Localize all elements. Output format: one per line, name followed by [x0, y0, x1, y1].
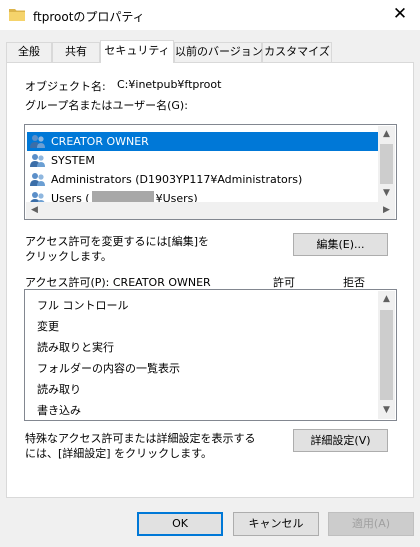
change-instruction-line2: クリックします。 [25, 250, 112, 263]
users-icon [30, 173, 45, 186]
principals-horizontal-scrollbar[interactable]: ◀ ▶ [26, 202, 395, 219]
scroll-left-icon[interactable]: ◀ [26, 202, 43, 219]
change-instruction-line1: アクセス許可を変更するには[編集]を [25, 235, 210, 248]
permissions-listbox[interactable]: フル コントロール 変更 読み取りと実行 フォルダーの内容の一覧表示 読み取り … [24, 289, 397, 421]
advanced-button[interactable]: 詳細設定(V) [293, 429, 388, 452]
permission-row: フル コントロール [37, 299, 129, 312]
tab-previous-versions[interactable]: 以前のバージョン [174, 42, 263, 62]
permission-row: 読み取り [37, 383, 81, 396]
tab-strip: 全般 共有 セキュリティ 以前のバージョン カスタマイズ [6, 40, 414, 63]
allow-column-header: 許可 [273, 276, 295, 289]
principal-row[interactable]: Users (¥Users) [27, 189, 378, 203]
tab-sharing[interactable]: 共有 [52, 42, 100, 62]
scroll-up-icon[interactable]: ▲ [378, 291, 395, 308]
folder-icon [9, 9, 25, 21]
principal-name: SYSTEM [51, 154, 95, 167]
advanced-instruction-line2: には、[詳細設定] をクリックします。 [25, 447, 212, 460]
title-bar: ftprootのプロパティ ✕ [0, 0, 420, 30]
close-button[interactable]: ✕ [380, 0, 420, 30]
group-list-label: グループ名またはユーザー名(G): [25, 99, 188, 112]
scroll-down-icon[interactable]: ▼ [378, 402, 395, 419]
principal-row[interactable]: SYSTEM [27, 151, 378, 170]
tab-customize[interactable]: カスタマイズ [262, 42, 332, 62]
deny-column-header: 拒否 [343, 276, 365, 289]
tab-general[interactable]: 全般 [6, 42, 52, 62]
advanced-instruction-line1: 特殊なアクセス許可または詳細設定を表示する [25, 432, 256, 445]
principal-row[interactable]: Administrators (D1903YP117¥Administrator… [27, 170, 378, 189]
users-icon [30, 154, 45, 167]
permissions-vertical-scrollbar[interactable]: ▲ ▼ [378, 291, 395, 419]
security-panel: オブジェクト名: C:¥inetpub¥ftproot グループ名またはユーザー… [6, 62, 414, 498]
scroll-thumb[interactable] [380, 144, 393, 184]
permission-row: 変更 [37, 320, 59, 333]
users-icon [30, 135, 45, 148]
permission-row: 書き込み [37, 404, 81, 417]
apply-button[interactable]: 適用(A) [328, 512, 414, 536]
principal-name: Administrators (D1903YP117¥Administrator… [51, 173, 303, 186]
object-name-label: オブジェクト名: [25, 80, 106, 93]
principal-name: CREATOR OWNER [51, 135, 149, 148]
principals-vertical-scrollbar[interactable]: ▲ ▼ [378, 126, 395, 202]
permission-row: 読み取りと実行 [37, 341, 114, 354]
scroll-down-icon[interactable]: ▼ [378, 185, 395, 202]
permission-row: フォルダーの内容の一覧表示 [37, 362, 180, 375]
object-name-value: C:¥inetpub¥ftproot [117, 78, 222, 91]
edit-button[interactable]: 編集(E)... [293, 233, 388, 256]
scroll-thumb[interactable] [380, 310, 393, 400]
window-title: ftprootのプロパティ [33, 10, 145, 24]
tab-security[interactable]: セキュリティ [100, 40, 174, 63]
principal-row[interactable]: CREATOR OWNER [27, 132, 378, 151]
ok-button[interactable]: OK [137, 512, 223, 536]
scroll-up-icon[interactable]: ▲ [378, 126, 395, 143]
permissions-header: アクセス許可(P): CREATOR OWNER [25, 276, 211, 289]
principal-name: Users (¥Users) [51, 189, 198, 203]
cancel-button[interactable]: キャンセル [233, 512, 319, 536]
scroll-right-icon[interactable]: ▶ [378, 202, 395, 219]
principals-listbox[interactable]: CREATOR OWNER SYSTEM Administrators (D19… [24, 124, 397, 220]
